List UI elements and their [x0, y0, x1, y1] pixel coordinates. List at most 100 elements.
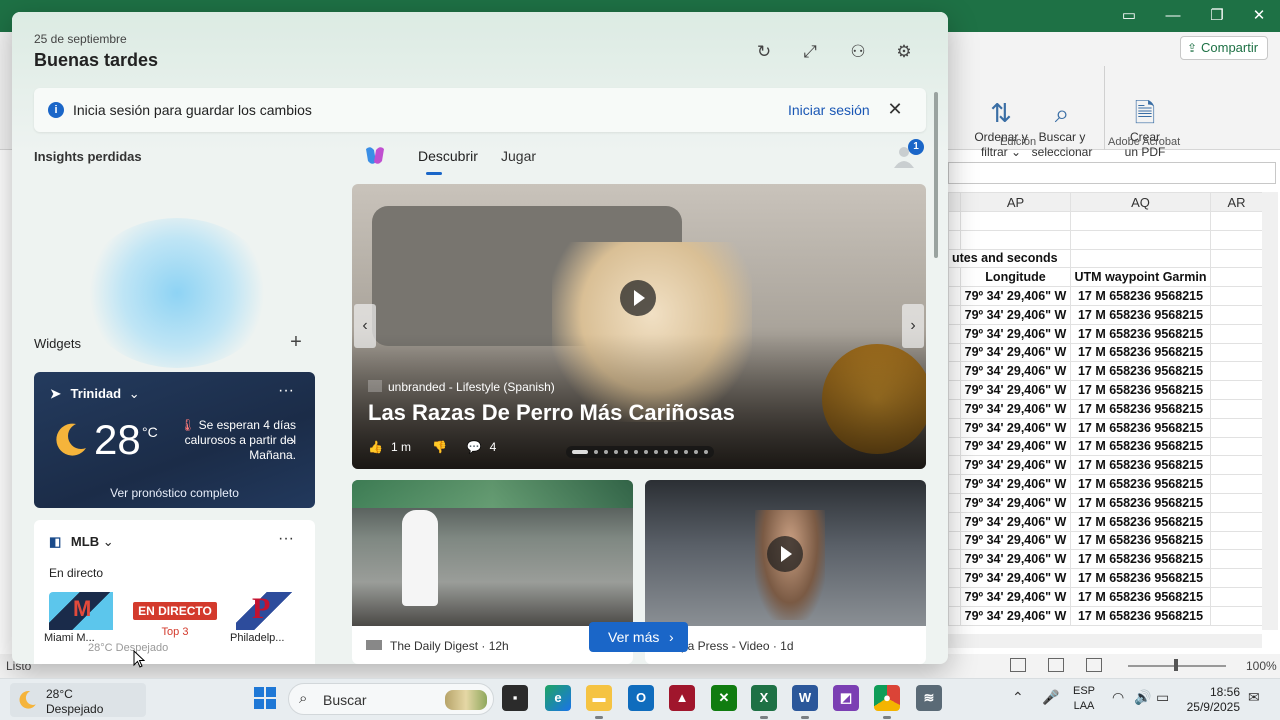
volume-icon[interactable]: 🔊 — [1134, 689, 1151, 706]
full-forecast-link[interactable]: Ver pronóstico completo — [34, 486, 315, 500]
word-icon[interactable]: W — [792, 685, 818, 719]
taskbar-search[interactable]: ⌕ Buscar — [288, 683, 494, 715]
table-row[interactable]: 79º 34' 29,406" W 17 M 658236 9568215 — [948, 323, 1263, 344]
notification-badge[interactable]: 1 — [908, 139, 924, 155]
horizontal-scrollbar[interactable] — [948, 634, 1262, 648]
utm-cell[interactable]: 17 M 658236 9568215 — [1070, 380, 1211, 400]
table-row[interactable]: 79º 34' 29,406" W 17 M 658236 9568215 — [948, 398, 1263, 419]
cell[interactable] — [1210, 492, 1263, 513]
carousel-pager[interactable] — [566, 446, 714, 458]
table-row[interactable]: 79º 34' 29,406" W 17 M 658236 9568215 — [948, 586, 1263, 607]
cell[interactable] — [948, 455, 961, 476]
pager-dot[interactable] — [684, 450, 688, 454]
ribbon-display-icon[interactable]: ▭ — [1106, 0, 1152, 32]
cell[interactable] — [1210, 211, 1263, 231]
chrome-icon[interactable]: ● — [874, 685, 900, 719]
utm-cell[interactable]: 17 M 658236 9568215 — [1070, 474, 1211, 494]
longitude-cell[interactable]: 79º 34' 29,406" W — [960, 361, 1071, 382]
spreadsheet-grid[interactable]: AP AQ AR utes and seconds Longitude UTM … — [948, 192, 1263, 626]
vertical-scrollbar[interactable] — [1262, 192, 1278, 630]
pager-dot[interactable] — [634, 450, 638, 454]
cell[interactable] — [948, 474, 961, 494]
column-header-aq[interactable]: AQ — [1070, 192, 1211, 212]
add-widget-icon[interactable]: + — [286, 332, 306, 352]
carousel-prev-button[interactable]: ‹ — [354, 304, 376, 348]
zoom-level[interactable]: 100% — [1246, 659, 1277, 673]
longitude-cell[interactable]: 79º 34' 29,406" W — [960, 304, 1071, 325]
pager-dot[interactable] — [614, 450, 618, 454]
maximize-button[interactable]: ❐ — [1194, 0, 1240, 32]
widgets-scrollbar[interactable] — [934, 92, 938, 258]
play-icon[interactable] — [620, 280, 656, 316]
cell[interactable] — [1210, 267, 1263, 288]
expand-icon[interactable]: ⤢ — [798, 40, 822, 64]
utm-cell[interactable]: 17 M 658236 9568215 — [1070, 586, 1211, 607]
longitude-cell[interactable]: 79º 34' 29,406" W — [960, 455, 1071, 476]
input-language[interactable]: ESP — [1070, 685, 1098, 697]
create-pdf-button[interactable]: 🗎 Crear un PDF — [1116, 96, 1174, 160]
pager-dot[interactable] — [594, 450, 598, 454]
wifi-icon[interactable]: ◠ — [1112, 689, 1124, 706]
pager-dot[interactable] — [624, 450, 628, 454]
cell[interactable] — [948, 304, 961, 325]
cell[interactable] — [948, 267, 961, 288]
table-row[interactable]: 79º 34' 29,406" W 17 M 658236 9568215 — [948, 286, 1263, 306]
more-options-icon[interactable]: ··· — [278, 382, 294, 400]
utm-cell[interactable]: 17 M 658236 9568215 — [1070, 492, 1211, 513]
utm-cell[interactable]: 17 M 658236 9568215 — [1070, 342, 1211, 363]
notification-icon[interactable]: ✉ — [1248, 689, 1260, 706]
outlook-icon[interactable]: O — [628, 685, 654, 711]
utm-cell[interactable]: 17 M 658236 9568215 — [1070, 417, 1211, 438]
cell[interactable] — [948, 417, 961, 438]
table-row[interactable]: 79º 34' 29,406" W 17 M 658236 9568215 — [948, 455, 1263, 476]
cell[interactable] — [948, 398, 961, 419]
weather-widget[interactable]: ➤ Trinidad ⌄ ··· 28 °C 🌡 Se esperan 4 dí… — [34, 372, 315, 508]
utm-cell[interactable]: 17 M 658236 9568215 — [1070, 568, 1211, 588]
table-row[interactable]: 79º 34' 29,406" W 17 M 658236 9568215 — [948, 492, 1263, 513]
app-icon[interactable]: ▲ — [669, 685, 695, 711]
pager-dot[interactable] — [654, 450, 658, 454]
longitude-cell[interactable]: 79º 34' 29,406" W — [960, 568, 1071, 588]
mlb-widget[interactable]: ◧ MLB ⌄ ··· En directo M P EN DIRECTO To… — [34, 520, 315, 664]
cell[interactable] — [1210, 474, 1263, 494]
excel-icon[interactable]: X — [751, 685, 777, 719]
cell[interactable] — [948, 586, 961, 607]
hero-story[interactable]: unbranded - Lifestyle (Spanish) Las Raza… — [352, 184, 926, 469]
file-explorer-icon[interactable]: ▬ — [586, 685, 612, 719]
start-button[interactable] — [254, 687, 276, 709]
table-row[interactable]: 79º 34' 29,406" W 17 M 658236 9568215 — [948, 417, 1263, 438]
weather-location[interactable]: ➤ Trinidad ⌄ — [50, 386, 140, 402]
cell[interactable] — [1210, 342, 1263, 363]
longitude-cell[interactable]: 79º 34' 29,406" W — [960, 549, 1071, 570]
table-row[interactable]: 79º 34' 29,406" W 17 M 658236 9568215 — [948, 304, 1263, 325]
longitude-cell[interactable]: 79º 34' 29,406" W — [960, 286, 1071, 306]
hero-headline[interactable]: Las Razas De Perro Más Cariñosas — [368, 400, 735, 426]
table-row[interactable]: 79º 34' 29,406" W 17 M 658236 9568215 — [948, 361, 1263, 382]
longitude-cell[interactable]: 79º 34' 29,406" W — [960, 511, 1071, 532]
header-cell-longitude[interactable]: Longitude — [960, 267, 1071, 288]
table-row[interactable]: 79º 34' 29,406" W 17 M 658236 9568215 — [948, 342, 1263, 363]
xbox-icon[interactable]: ✕ — [711, 685, 737, 711]
cell[interactable] — [1210, 323, 1263, 344]
cell[interactable] — [1210, 398, 1263, 419]
cell[interactable] — [1210, 361, 1263, 382]
dislike-icon[interactable]: 👎 — [432, 440, 447, 454]
longitude-cell[interactable]: 79º 34' 29,406" W — [960, 436, 1071, 457]
table-row[interactable]: 79º 34' 29,406" W 17 M 658236 9568215 — [948, 511, 1263, 532]
close-window-button[interactable]: ✕ — [1236, 0, 1280, 32]
gear-icon[interactable]: ⚙ — [892, 40, 916, 64]
table-row[interactable]: 79º 34' 29,406" W 17 M 658236 9568215 — [948, 549, 1263, 570]
utm-cell[interactable]: 17 M 658236 9568215 — [1070, 286, 1211, 306]
pager-dot[interactable] — [674, 450, 678, 454]
chevron-up-icon[interactable]: ⌃ — [1012, 689, 1024, 706]
longitude-cell[interactable]: 79º 34' 29,406" W — [960, 474, 1071, 494]
cell[interactable] — [1210, 286, 1263, 306]
utm-cell[interactable]: 17 M 658236 9568215 — [1070, 436, 1211, 457]
cell[interactable] — [1210, 586, 1263, 607]
cell[interactable] — [948, 361, 961, 382]
table-row[interactable]: 79º 34' 29,406" W 17 M 658236 9568215 — [948, 474, 1263, 494]
weather-alert[interactable]: 🌡 Se esperan 4 días calurosos a partir d… — [178, 418, 296, 463]
longitude-cell[interactable]: 79º 34' 29,406" W — [960, 492, 1071, 513]
carousel-next-button[interactable]: › — [902, 304, 924, 348]
header-cell-utm[interactable]: UTM waypoint Garmin — [1070, 267, 1211, 288]
